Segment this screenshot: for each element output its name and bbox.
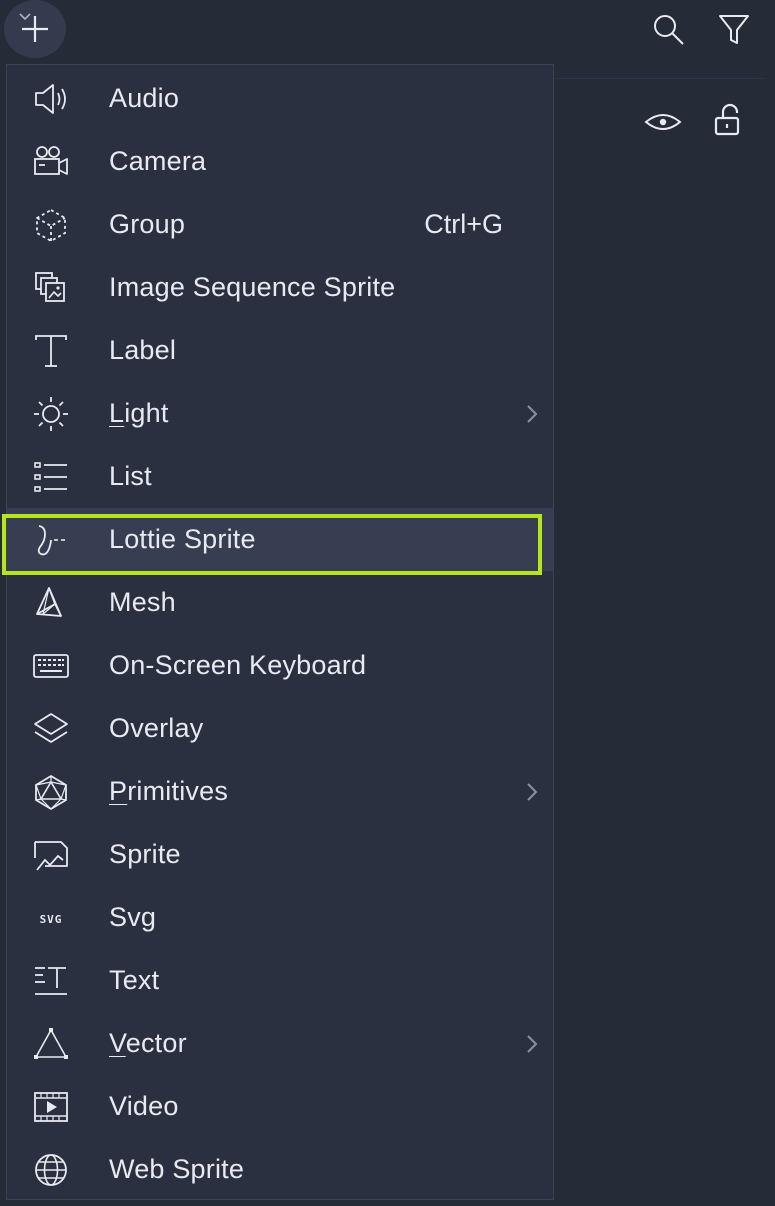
menu-item-label: Light — [109, 398, 169, 428]
menu-item-label: Audio — [109, 83, 180, 113]
menu-item-video[interactable]: Video — [7, 1075, 553, 1138]
menu-item-label: Lottie Sprite — [109, 524, 256, 554]
toolbar — [0, 0, 775, 62]
menu-item-image-sequence-sprite[interactable]: Image Sequence Sprite — [7, 256, 553, 319]
menu-item-audio[interactable]: Audio — [7, 67, 553, 130]
menu-item-light[interactable]: Light — [7, 382, 553, 445]
chevron-right-icon — [527, 1035, 538, 1053]
chevron-down-icon — [19, 13, 31, 21]
menu-item-group[interactable]: Group Ctrl+G — [7, 193, 553, 256]
speaker-icon — [35, 84, 66, 114]
menu-item-label: Vector — [109, 1028, 187, 1058]
add-node-button[interactable] — [4, 0, 66, 58]
menu-item-shortcut: Ctrl+G — [424, 209, 503, 239]
menu-item-lottie-sprite[interactable]: Lottie Sprite — [7, 508, 553, 571]
keyboard-icon — [33, 654, 69, 678]
eye-icon[interactable] — [643, 106, 683, 138]
menu-item-svg[interactable]: SVG Svg — [7, 886, 553, 949]
menu-item-vector[interactable]: Vector — [7, 1012, 553, 1075]
unlock-icon[interactable] — [710, 102, 746, 138]
overlay-icon — [34, 713, 68, 743]
menu-item-on-screen-keyboard[interactable]: On-Screen Keyboard — [7, 634, 553, 697]
menu-item-sprite[interactable]: Sprite — [7, 823, 553, 886]
menu-item-label: Svg — [109, 902, 157, 932]
light-icon — [34, 397, 68, 431]
vector-icon — [34, 1028, 68, 1059]
menu-item-label: On-Screen Keyboard — [109, 650, 367, 680]
menu-item-label: Camera — [109, 146, 207, 176]
menu-item-label: Mesh — [109, 587, 176, 617]
mesh-icon — [36, 587, 62, 617]
menu-item-label: Image Sequence Sprite — [109, 272, 396, 302]
menu-item-list[interactable]: List — [7, 445, 553, 508]
lottie-icon — [37, 525, 65, 556]
video-icon — [34, 1092, 68, 1122]
menu-item-web-sprite[interactable]: Web Sprite — [7, 1138, 553, 1201]
menu-item-text[interactable]: Text — [7, 949, 553, 1012]
add-node-menu: Audio Camera Group Ctrl+G Image Sequence… — [6, 64, 554, 1200]
label-icon — [35, 335, 67, 367]
chevron-right-icon — [527, 405, 538, 423]
group-icon — [36, 208, 66, 243]
filter-icon[interactable] — [716, 12, 752, 48]
menu-item-overlay[interactable]: Overlay — [7, 697, 553, 760]
menu-item-label: Primitives — [109, 776, 229, 806]
primitives-icon — [35, 774, 67, 811]
sprite-icon — [34, 841, 68, 871]
menu-item-label: Overlay — [109, 713, 204, 743]
app-window: Audio Camera Group Ctrl+G Image Sequence… — [0, 0, 775, 1206]
menu-item-label: Text — [109, 965, 160, 995]
menu-item-mesh[interactable]: Mesh — [7, 571, 553, 634]
menu-item-primitives[interactable]: Primitives — [7, 760, 553, 823]
menu-item-camera[interactable]: Camera — [7, 130, 553, 193]
svg-text:SVG: SVG — [40, 913, 63, 926]
image-sequence-icon — [35, 272, 65, 302]
globe-icon — [35, 1154, 67, 1186]
svg-icon: SVG — [40, 913, 63, 926]
search-icon[interactable] — [651, 12, 687, 48]
menu-item-label-text: Label — [109, 335, 177, 365]
menu-item-label: Video — [109, 1091, 179, 1121]
menu-item-label: Web Sprite — [109, 1154, 245, 1184]
toolbar-divider — [555, 78, 765, 79]
menu-item-label: List — [109, 461, 152, 491]
menu-item-label: Group — [109, 209, 186, 239]
text-icon — [35, 967, 67, 995]
list-icon — [34, 462, 67, 492]
menu-item-label: Sprite — [109, 839, 181, 869]
menu-item-label[interactable]: Label — [7, 319, 553, 382]
camera-icon — [34, 146, 68, 175]
chevron-right-icon — [527, 783, 538, 801]
